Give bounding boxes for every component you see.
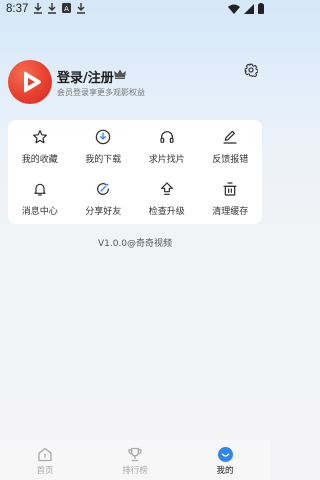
home-icon: [38, 447, 52, 462]
app-notification-icon: A: [62, 3, 71, 13]
battery-icon: [258, 3, 264, 14]
grid-item-label: 清理缓存: [212, 207, 249, 217]
login-subtitle: 会员登录享更多观影权益: [57, 88, 145, 97]
notification-icons: A: [34, 3, 85, 14]
upgrade-icon: [160, 182, 173, 195]
login-register-link[interactable]: 登录/注册: [57, 67, 114, 86]
svg-text:A: A: [64, 6, 69, 13]
tab-ranking[interactable]: 排行榜: [90, 440, 180, 480]
grid-item-downloads[interactable]: 我的下载: [72, 120, 136, 172]
share-icon: [97, 183, 110, 195]
grid-item-messages[interactable]: 消息中心: [8, 172, 72, 224]
grid-item-label: 消息中心: [21, 207, 58, 217]
grid-item-clear-cache[interactable]: 清理缓存: [199, 172, 263, 224]
settings-gear-icon[interactable]: [244, 63, 258, 77]
signal-icon: [244, 3, 254, 14]
trophy-icon: [128, 447, 142, 462]
tab-home[interactable]: 首页: [0, 440, 90, 480]
grid-item-label: 检查升级: [148, 207, 185, 217]
version-text: V1.0.0@奇奇视频: [97, 239, 173, 249]
grid-item-request[interactable]: 求片找片: [135, 120, 199, 172]
status-time: 8:37: [6, 3, 29, 15]
download-icon: [95, 129, 111, 145]
headphones-icon: [160, 131, 174, 143]
edit-icon: [223, 130, 237, 144]
grid-item-label: 我的收藏: [21, 155, 58, 165]
play-logo-icon: [24, 71, 41, 93]
profile-icon: [217, 447, 233, 462]
star-icon: [32, 130, 47, 144]
function-grid: 我的收藏 我的下载 求片找片 反馈报错 消息中心 分享好友 检查升级 清理缓存: [8, 120, 262, 224]
tab-label: 我的: [216, 466, 234, 476]
grid-item-feedback[interactable]: 反馈报错: [199, 120, 263, 172]
system-icons: [228, 3, 264, 14]
download-notification-icon: [48, 3, 56, 14]
grid-item-upgrade[interactable]: 检查升级: [135, 172, 199, 224]
profile-header[interactable]: 登录/注册 会员登录享更多观影权益: [8, 60, 262, 106]
tab-mine[interactable]: 我的: [180, 440, 270, 480]
grid-item-label: 我的下载: [85, 155, 122, 165]
wifi-icon: [228, 4, 240, 14]
download-notification-icon: [34, 3, 42, 14]
vip-crown-icon: [114, 69, 126, 79]
bell-icon: [34, 183, 46, 196]
grid-item-label: 反馈报错: [212, 155, 249, 165]
tab-label: 首页: [36, 466, 54, 476]
grid-item-label: 求片找片: [148, 155, 185, 165]
avatar[interactable]: [8, 60, 52, 104]
tab-label: 排行榜: [122, 466, 148, 476]
status-bar: 8:37 A: [0, 0, 270, 22]
grid-item-favorites[interactable]: 我的收藏: [8, 120, 72, 172]
bottom-tab-bar: 首页 排行榜 我的: [0, 440, 270, 480]
grid-item-share[interactable]: 分享好友: [72, 172, 136, 224]
download-notification-icon: [77, 3, 85, 14]
function-card: 我的收藏 我的下载 求片找片 反馈报错 消息中心 分享好友 检查升级 清理缓存: [8, 120, 262, 224]
grid-item-label: 分享好友: [85, 207, 122, 217]
trash-icon: [223, 182, 237, 196]
